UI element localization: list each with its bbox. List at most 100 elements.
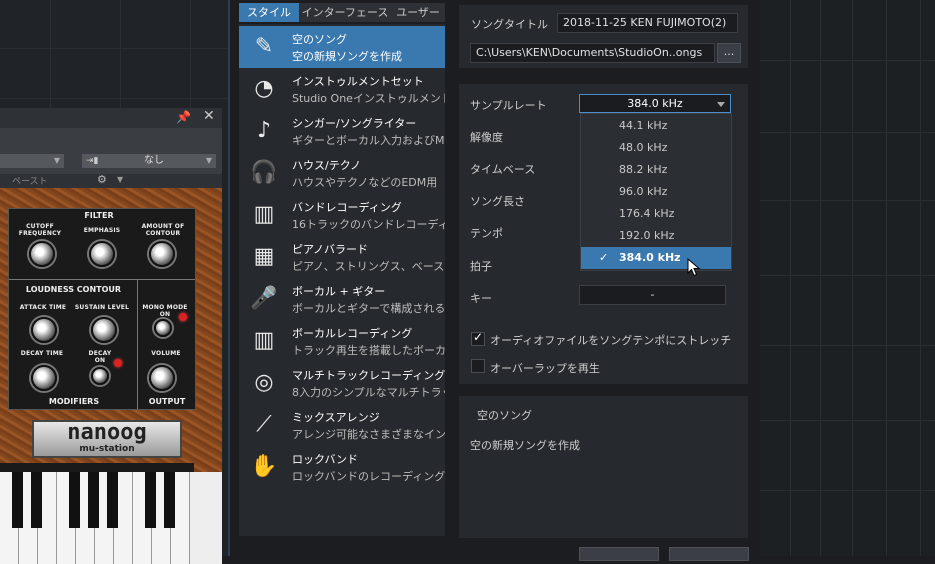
amount-knob[interactable] (149, 241, 175, 267)
tab-interface[interactable]: インターフェース (299, 3, 391, 22)
chevron-down-icon[interactable]: ▼ (117, 175, 123, 184)
template-item[interactable]: ✋ ロックバンドロックバンドのレコーディングセッシ (239, 446, 445, 488)
mono-mode-led (179, 313, 187, 321)
sample-rate-option[interactable]: ✓ 384.0 kHz (581, 247, 731, 269)
key-label: キー (470, 292, 492, 305)
gear-icon[interactable]: ⚙ (97, 173, 107, 186)
template-title: ピアノバラード (292, 243, 369, 256)
description-title: 空のソング (477, 409, 532, 422)
volume-label: VOLUME (151, 350, 181, 357)
template-list: ✎ 空のソング 空の新規ソングを作成 ◔ インストゥルメントセット Studio Oneイ… (239, 24, 445, 536)
sample-rate-options: 44.1 kHz 48.0 kHz 88.2 kHz 96.0 kHz 176.4 kH… (580, 113, 732, 271)
overlap-checkbox[interactable] (471, 359, 485, 373)
band-icon: ▥ (253, 202, 275, 227)
template-item[interactable]: ⟋ ミックスアレンジアレンジ可能なさまざまなインスト (239, 404, 445, 446)
key-field[interactable]: - (579, 285, 726, 305)
logo-text: nanoog (67, 420, 147, 445)
synth-plugin-window: 📌 ✕ ▼ ⇥▮ なし ▼ ペースト ⚙ ▼ FILTER CUTOFF FRE… (0, 108, 222, 564)
description-text: 空の新規ソングを作成 (470, 439, 580, 452)
template-item[interactable]: ▥ ボーカルレコーディングトラック再生を搭載したボーカルレ (239, 320, 445, 362)
timebase-label: タイムベース (470, 163, 536, 176)
sample-rate-option-label: 44.1 kHz (619, 119, 668, 132)
stretch-checkbox[interactable] (471, 330, 485, 346)
chevron-down-icon: ▼ (205, 156, 212, 165)
template-description: アレンジ可能なさまざまなインスト (292, 428, 445, 441)
stretch-label: オーディオファイルをソングテンポにストレッチ (490, 334, 732, 347)
loudness-title: LOUDNESS CONTOUR (25, 285, 122, 294)
panel-divider (137, 279, 138, 409)
tab-user[interactable]: ユーザー (391, 3, 445, 22)
keyboard[interactable] (0, 472, 222, 564)
rock-hand-icon: ✋ (250, 454, 278, 479)
sample-rate-option[interactable]: 96.0 kHz (581, 181, 731, 203)
microphone-icon: 🎤 (250, 286, 278, 311)
sample-rate-option-label: 192.0 kHz (619, 229, 675, 242)
template-title: ハウス/テクノ (292, 159, 362, 172)
mono-mode-switch[interactable] (154, 319, 172, 337)
empty-song-icon: ✎ (254, 34, 274, 59)
ok-button[interactable] (579, 547, 659, 561)
decay-time-knob[interactable] (31, 365, 57, 391)
template-item[interactable]: ◔ インストゥルメントセット Studio Oneインストゥルメントの (239, 68, 445, 110)
paste-label[interactable]: ペースト (12, 174, 48, 187)
sidechain-dropdown[interactable]: ⇥▮ なし ▼ (82, 154, 216, 168)
tab-style[interactable]: スタイル (239, 3, 299, 22)
template-item[interactable]: ◎ マルチトラックレコーディング 8入力のシンプルなマルチトラック (239, 362, 445, 404)
template-description: ギターとボーカル入力およびMIDI (292, 134, 445, 147)
browse-button[interactable]: ... (717, 43, 741, 63)
decay-on-switch[interactable] (91, 367, 109, 385)
cutoff-knob[interactable] (29, 241, 55, 267)
sidechain-value: なし (144, 155, 164, 166)
template-description: Studio Oneインストゥルメントの (292, 92, 445, 105)
template-item[interactable]: ✎ 空のソング 空の新規ソングを作成 (239, 26, 445, 68)
template-item[interactable]: ▦ ピアノバラードピアノ、ストリングス、ベース、ギター (239, 236, 445, 278)
song-title-input[interactable]: 2018-11-25 KEN FUJIMOTO(2) (557, 13, 738, 33)
sample-rate-option-label: 48.0 kHz (619, 141, 668, 154)
close-icon[interactable]: ✕ (203, 108, 215, 124)
emphasis-knob[interactable] (89, 241, 115, 267)
sustain-label: SUSTAIN LEVEL (74, 304, 130, 311)
sample-rate-option[interactable]: 44.1 kHz (581, 115, 731, 137)
song-path-input[interactable]: C:\Users\KEN\Documents\StudioOn..ongs (470, 43, 715, 63)
description-panel: 空のソング 空の新規ソングを作成 (459, 396, 748, 538)
volume-knob[interactable] (149, 365, 175, 391)
sample-rate-option-label: 384.0 kHz (619, 251, 681, 264)
piano-icon: ▦ (253, 244, 275, 269)
nanoog-logo: nanoog mu-station (32, 420, 182, 458)
template-description: ロックバンドのレコーディングセッシ (292, 470, 445, 483)
cancel-button[interactable] (669, 547, 749, 561)
song-length-label: ソング長さ (470, 195, 525, 208)
vocal-icon: ▥ (253, 328, 275, 353)
template-title: インストゥルメントセット (292, 75, 424, 88)
sample-rate-option[interactable]: 176.4 kHz (581, 203, 731, 225)
sample-rate-dropdown[interactable]: 384.0 kHz (579, 94, 731, 113)
sample-rate-option[interactable]: 88.2 kHz (581, 159, 731, 181)
sustain-knob[interactable] (91, 317, 117, 343)
template-title: マルチトラックレコーディング (292, 369, 446, 382)
template-title: ロックバンド (292, 453, 358, 466)
template-item[interactable]: 🎧 ハウス/テクノ ハウスやテクノなどのEDM用 (239, 152, 445, 194)
template-item[interactable]: ▥ バンドレコーディング 16トラックのバンドレコーディング (239, 194, 445, 236)
template-description: ハウスやテクノなどのEDM用 (292, 176, 438, 189)
decay-time-label: DECAY TIME (20, 350, 64, 357)
disc-icon: ◎ (254, 370, 274, 395)
template-item[interactable]: ♪ シンガー/ソングライター ギターとボーカル入力およびMIDI (239, 110, 445, 152)
music-note-icon: ♪ (256, 118, 272, 143)
attack-knob[interactable] (31, 317, 57, 343)
preset-dropdown[interactable]: ▼ (0, 154, 64, 168)
resolution-label: 解像度 (470, 131, 503, 144)
template-description: 16トラックのバンドレコーディング (292, 218, 445, 231)
modifiers-title: MODIFIERS (48, 397, 100, 406)
template-item[interactable]: 🎤 ボーカル + ギターボーカルとギターで構成されるソン (239, 278, 445, 320)
sample-rate-option[interactable]: 48.0 kHz (581, 137, 731, 159)
chevron-down-icon (717, 102, 725, 107)
plugin-titlebar: 📌 ✕ (0, 108, 222, 128)
template-tabs: スタイル インターフェース ユーザー (239, 3, 445, 22)
template-title: バンドレコーディング (292, 201, 402, 214)
amount-label: AMOUNT OF CONTOUR (141, 223, 185, 237)
overlap-label: オーバーラップを再生 (490, 362, 600, 375)
sample-rate-option[interactable]: 192.0 kHz (581, 225, 731, 247)
pin-icon[interactable]: 📌 (176, 110, 191, 124)
sample-rate-label: サンプルレート (470, 99, 547, 112)
attack-label: ATTACK TIME (19, 304, 67, 311)
